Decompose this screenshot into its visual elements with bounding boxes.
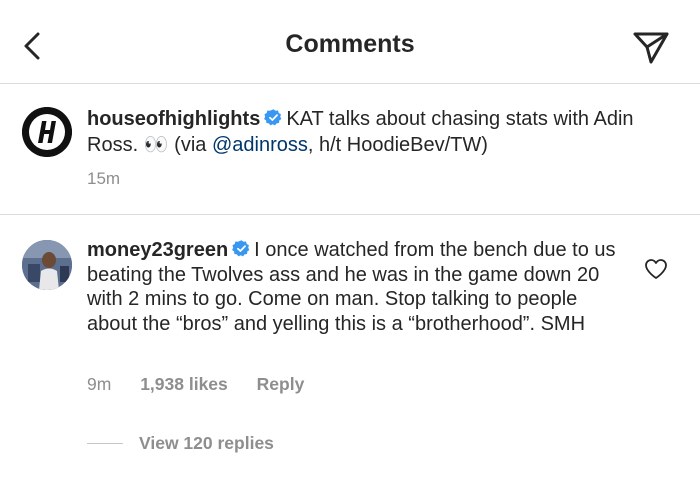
post-timestamp: 15m bbox=[87, 169, 121, 188]
avatar[interactable] bbox=[22, 107, 72, 157]
page-title: Comments bbox=[285, 30, 415, 58]
via-prefix: (via bbox=[174, 134, 207, 156]
mention-link[interactable]: @adinross bbox=[212, 134, 308, 156]
comment-meta: 9m 1,938 likes Reply bbox=[87, 374, 328, 395]
house-of-highlights-logo bbox=[22, 107, 72, 157]
view-replies-label: View 120 replies bbox=[139, 433, 274, 453]
heart-icon bbox=[645, 259, 667, 279]
verified-badge-icon bbox=[232, 240, 250, 257]
post-caption: houseofhighlights KAT talks about chasing… bbox=[0, 84, 700, 215]
post-username[interactable]: houseofhighlights bbox=[87, 108, 260, 130]
via-suffix: , h/t HoodieBev/TW) bbox=[307, 134, 488, 156]
replies-divider bbox=[87, 443, 123, 444]
profile-photo bbox=[22, 240, 72, 290]
verified-badge-icon bbox=[264, 109, 282, 126]
paper-plane-icon bbox=[633, 32, 669, 64]
like-button[interactable] bbox=[644, 258, 668, 280]
caption-text: houseofhighlights KAT talks about chasing… bbox=[87, 106, 677, 158]
avatar[interactable] bbox=[22, 240, 72, 290]
comment-item: money23green I once watched from the benc… bbox=[0, 216, 700, 486]
comments-header: Comments bbox=[0, 0, 700, 84]
view-replies-button[interactable]: View 120 replies bbox=[87, 433, 274, 454]
reply-button[interactable]: Reply bbox=[257, 374, 305, 394]
eyes-emoji: 👀 bbox=[143, 134, 169, 156]
comment-text: money23green I once watched from the benc… bbox=[87, 238, 617, 336]
comment-username[interactable]: money23green bbox=[87, 239, 228, 261]
share-button[interactable] bbox=[630, 26, 672, 66]
likes-count[interactable]: 1,938 likes bbox=[140, 374, 228, 394]
comment-timestamp: 9m bbox=[87, 374, 112, 394]
